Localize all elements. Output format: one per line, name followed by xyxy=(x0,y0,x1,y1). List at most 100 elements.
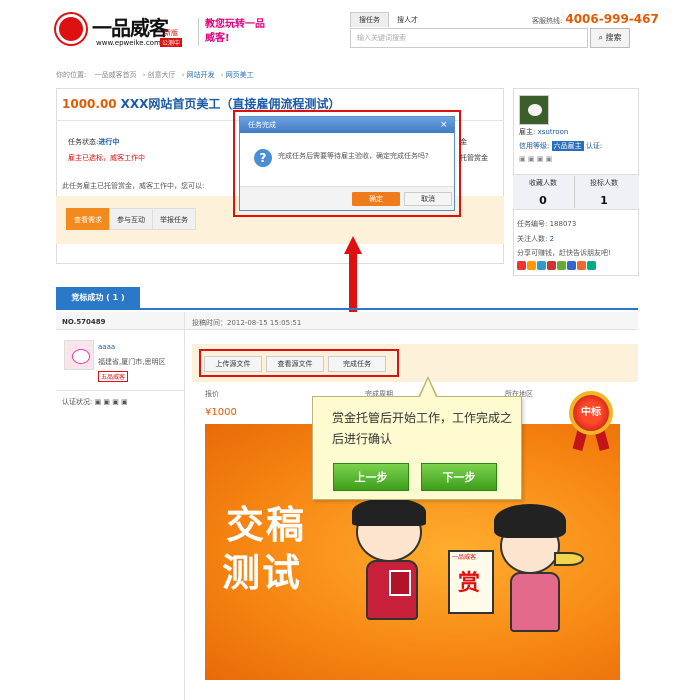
question-icon: ? xyxy=(254,149,272,167)
owner-label: 雇主: xyxy=(519,128,536,136)
bidder-auth: 认证状况: ▣ ▣ ▣ ▣ xyxy=(62,397,128,407)
auth-label: 认证: xyxy=(585,142,603,150)
complete-task-button[interactable]: 完成任务 xyxy=(328,356,386,372)
tab-search-talent[interactable]: 搜人才 xyxy=(389,13,426,27)
auth-icons: ▣ ▣ ▣ ▣ xyxy=(519,155,552,163)
previous-step-button[interactable]: 上一步 xyxy=(333,463,409,491)
auth-icons: ▣ ▣ ▣ ▣ xyxy=(94,398,128,406)
pay-row-2: 托管赏金 xyxy=(460,154,488,162)
logo-tag-new: 新版 xyxy=(164,29,178,37)
bidder-auth-label: 认证状况: xyxy=(62,398,93,406)
view-source-button[interactable]: 查看源文件 xyxy=(266,356,324,372)
phone-auth-icon: ▣ xyxy=(527,155,535,163)
tab-interact[interactable]: 参与互动 xyxy=(109,208,153,230)
close-icon[interactable]: × xyxy=(440,117,452,133)
breadcrumb-item-home[interactable]: 一品威客首页 xyxy=(95,71,137,79)
column-price: 报价 xyxy=(205,390,219,398)
bidder-name[interactable]: aaaa xyxy=(98,343,115,351)
hotline-number: 4006-999-467 xyxy=(565,12,659,26)
task-status-note: 雇主已选标，威客工作中 xyxy=(68,154,145,162)
follow-label: 关注人数: xyxy=(517,235,548,243)
tab-search-tasks[interactable]: 搜任务 xyxy=(350,12,389,27)
search-icon: ⌕ xyxy=(598,33,603,42)
girl-character-body xyxy=(510,572,560,632)
id-auth-icon: ▣ xyxy=(519,155,526,163)
tooltip-text: 赏金托管后开始工作，工作完成之后进行确认 xyxy=(332,411,513,446)
bid-time: 投稿时间：2012-08-15 15:05:51 xyxy=(192,319,302,327)
confirm-button[interactable]: 确定 xyxy=(352,192,400,206)
stat-bidders-label: 投标人数 xyxy=(590,179,618,187)
winner-medal-icon: 中标 xyxy=(569,391,613,435)
follow-count: 关注人数: 2 xyxy=(517,234,554,244)
site-logo[interactable]: 一品威客 www.epweike.com 新版 公测中 xyxy=(56,10,186,50)
logo-tag-beta: 公测中 xyxy=(160,38,183,47)
task-status-value: 进行中 xyxy=(98,138,120,146)
task-action-tabs: 查看需求 参与互动 举报任务 xyxy=(66,208,196,230)
share-weibo-icon[interactable] xyxy=(517,261,526,270)
task-title-text[interactable]: XXX网站首页美工（直接雇佣流程测试） xyxy=(121,97,341,111)
share-sohu-icon[interactable] xyxy=(577,261,586,270)
credit-badge: 六品雇主 xyxy=(551,141,584,151)
task-status-label: 任务状态: xyxy=(68,138,99,146)
share-more-icon[interactable] xyxy=(587,261,596,270)
credit-level: 信用等级: 六品雇主 认证: xyxy=(519,141,602,151)
share-renren-icon[interactable] xyxy=(547,261,556,270)
search-type-tabs: 搜任务 搜人才 xyxy=(350,12,426,27)
search-button-label: 搜索 xyxy=(605,33,622,42)
owner-info: 雇主: xsutroon xyxy=(519,127,568,137)
logo-brand: 一品威客 xyxy=(92,16,169,40)
hotline-label: 客服热线: xyxy=(532,17,563,25)
breadcrumb-item-webdesign[interactable]: 网页美工 xyxy=(226,71,254,79)
share-tencent-icon[interactable] xyxy=(537,261,546,270)
share-kaixin-icon[interactable] xyxy=(557,261,566,270)
search-input[interactable]: 输入关键词搜索 xyxy=(350,28,588,48)
breadcrumb-item-webdev[interactable]: 网站开发 xyxy=(187,71,215,79)
pay-row-1: 金 xyxy=(460,138,467,146)
dialog-message: 完成任务后需要等待雇主验收，确定完成任务吗? xyxy=(278,152,429,160)
breadcrumb: 你的位置: 一品威客首页 › 创意大厅 › 网站开发 › 网页美工 xyxy=(56,71,254,79)
stat-favorites-value: 0 xyxy=(539,194,547,207)
breadcrumb-item-hall[interactable]: 创意大厅 xyxy=(148,71,176,79)
horn-icon xyxy=(554,552,584,566)
credit-label: 信用等级: xyxy=(519,142,550,150)
follow-value[interactable]: 2 xyxy=(550,235,554,243)
task-info: 此任务雇主已托管赏金，威客工作中，您可以: xyxy=(62,182,205,190)
task-number: 任务编号: 188073 xyxy=(517,220,577,228)
tab-report[interactable]: 举报任务 xyxy=(152,208,196,230)
share-douban-icon[interactable] xyxy=(567,261,576,270)
stat-favorites: 收藏人数 0 xyxy=(514,178,572,207)
girl-character-hair xyxy=(494,504,566,538)
share-qzone-icon[interactable] xyxy=(527,261,536,270)
owner-name[interactable]: xsutroon xyxy=(538,128,569,136)
cancel-button[interactable]: 取消 xyxy=(404,192,452,206)
tab-winning-bids[interactable]: 竞标成功 ( 1 ) xyxy=(56,287,140,309)
tooltip-pointer-inner xyxy=(420,379,436,397)
artwork-text-1: 交稿 xyxy=(226,502,307,547)
bidder-avatar[interactable] xyxy=(64,340,94,370)
owner-avatar[interactable] xyxy=(519,95,549,125)
bid-divider xyxy=(184,312,185,700)
bid-price: ¥1000 xyxy=(205,407,237,418)
email-auth-icon: ▣ xyxy=(536,155,544,163)
stat-bidders: 投标人数 1 xyxy=(575,178,633,207)
share-text: 分享可赚钱，赶快告诉朋友吧! xyxy=(517,249,611,257)
bidder-level-badge: 五品威客 xyxy=(98,371,129,382)
scroll-character: 赏 xyxy=(458,571,481,596)
boy-flag-icon xyxy=(389,570,411,596)
tab-view-requirements[interactable]: 查看需求 xyxy=(66,208,110,230)
slogan-link[interactable]: 教您玩转一品威客! xyxy=(198,18,268,46)
bank-auth-icon: ▣ xyxy=(545,155,553,163)
bidder-location: 福建省,厦门市,思明区 xyxy=(98,358,166,366)
stat-bidders-value: 1 xyxy=(600,194,608,207)
next-step-button[interactable]: 下一步 xyxy=(421,463,497,491)
search-button[interactable]: ⌕ 搜索 xyxy=(590,28,630,48)
hotline: 客服热线: 4006-999-467 xyxy=(532,12,659,26)
stat-favorites-label: 收藏人数 xyxy=(529,179,557,187)
task-status: 任务状态:进行中 xyxy=(68,137,119,147)
logo-url: www.epweike.com xyxy=(96,39,161,47)
artwork-text-2: 测试 xyxy=(222,550,303,595)
divider xyxy=(56,390,184,391)
upload-source-button[interactable]: 上传源文件 xyxy=(204,356,262,372)
bid-number: NO.570489 xyxy=(62,318,106,326)
scroll-logo: 一品威客 xyxy=(452,554,477,561)
